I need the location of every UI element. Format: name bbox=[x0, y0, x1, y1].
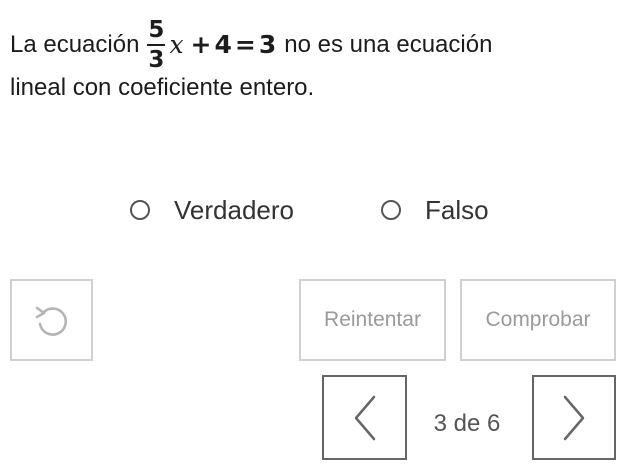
question-line-1: La ecuación 5 3 x + 4 = 3 no es una ecua… bbox=[10, 14, 610, 76]
question-text: La ecuación 5 3 x + 4 = 3 no es una ecua… bbox=[10, 14, 610, 106]
chevron-left-icon bbox=[354, 395, 375, 440]
question-line-2: lineal con coeficiente entero. bbox=[10, 74, 315, 101]
equation-plus: + bbox=[190, 30, 212, 59]
equation-variable: x bbox=[169, 30, 184, 59]
previous-button[interactable] bbox=[322, 375, 407, 460]
question-text-after: no es una ecuación bbox=[284, 31, 493, 58]
fraction: 5 3 bbox=[147, 16, 166, 74]
retry-button[interactable]: Reintentar bbox=[299, 279, 446, 361]
radio-verdadero[interactable] bbox=[130, 200, 150, 220]
option-verdadero[interactable]: Verdadero bbox=[130, 188, 294, 232]
undo-icon bbox=[35, 306, 67, 336]
option-falso-label: Falso bbox=[425, 194, 489, 225]
equation-result: 3 bbox=[258, 30, 277, 59]
chevron-right-icon bbox=[563, 395, 585, 440]
check-button[interactable]: Comprobar bbox=[460, 279, 616, 361]
fraction-bar bbox=[147, 43, 166, 47]
next-button[interactable] bbox=[532, 375, 616, 460]
question-text-before: La ecuación bbox=[10, 31, 140, 58]
page-indicator: 3 de 6 bbox=[433, 410, 501, 437]
equation-term: 4 bbox=[214, 30, 232, 59]
reset-button[interactable] bbox=[10, 279, 93, 361]
answer-options: Verdadero Falso bbox=[0, 188, 626, 232]
equation-equals: = bbox=[234, 30, 256, 59]
radio-falso[interactable] bbox=[381, 200, 401, 220]
fraction-denominator: 3 bbox=[148, 47, 165, 74]
equation: 5 3 x + 4 = 3 bbox=[147, 17, 276, 73]
check-button-label: Comprobar bbox=[485, 308, 591, 331]
option-falso[interactable]: Falso bbox=[381, 188, 489, 232]
option-verdadero-label: Verdadero bbox=[174, 194, 294, 225]
fraction-numerator: 5 bbox=[148, 16, 165, 43]
retry-button-label: Reintentar bbox=[324, 308, 421, 331]
